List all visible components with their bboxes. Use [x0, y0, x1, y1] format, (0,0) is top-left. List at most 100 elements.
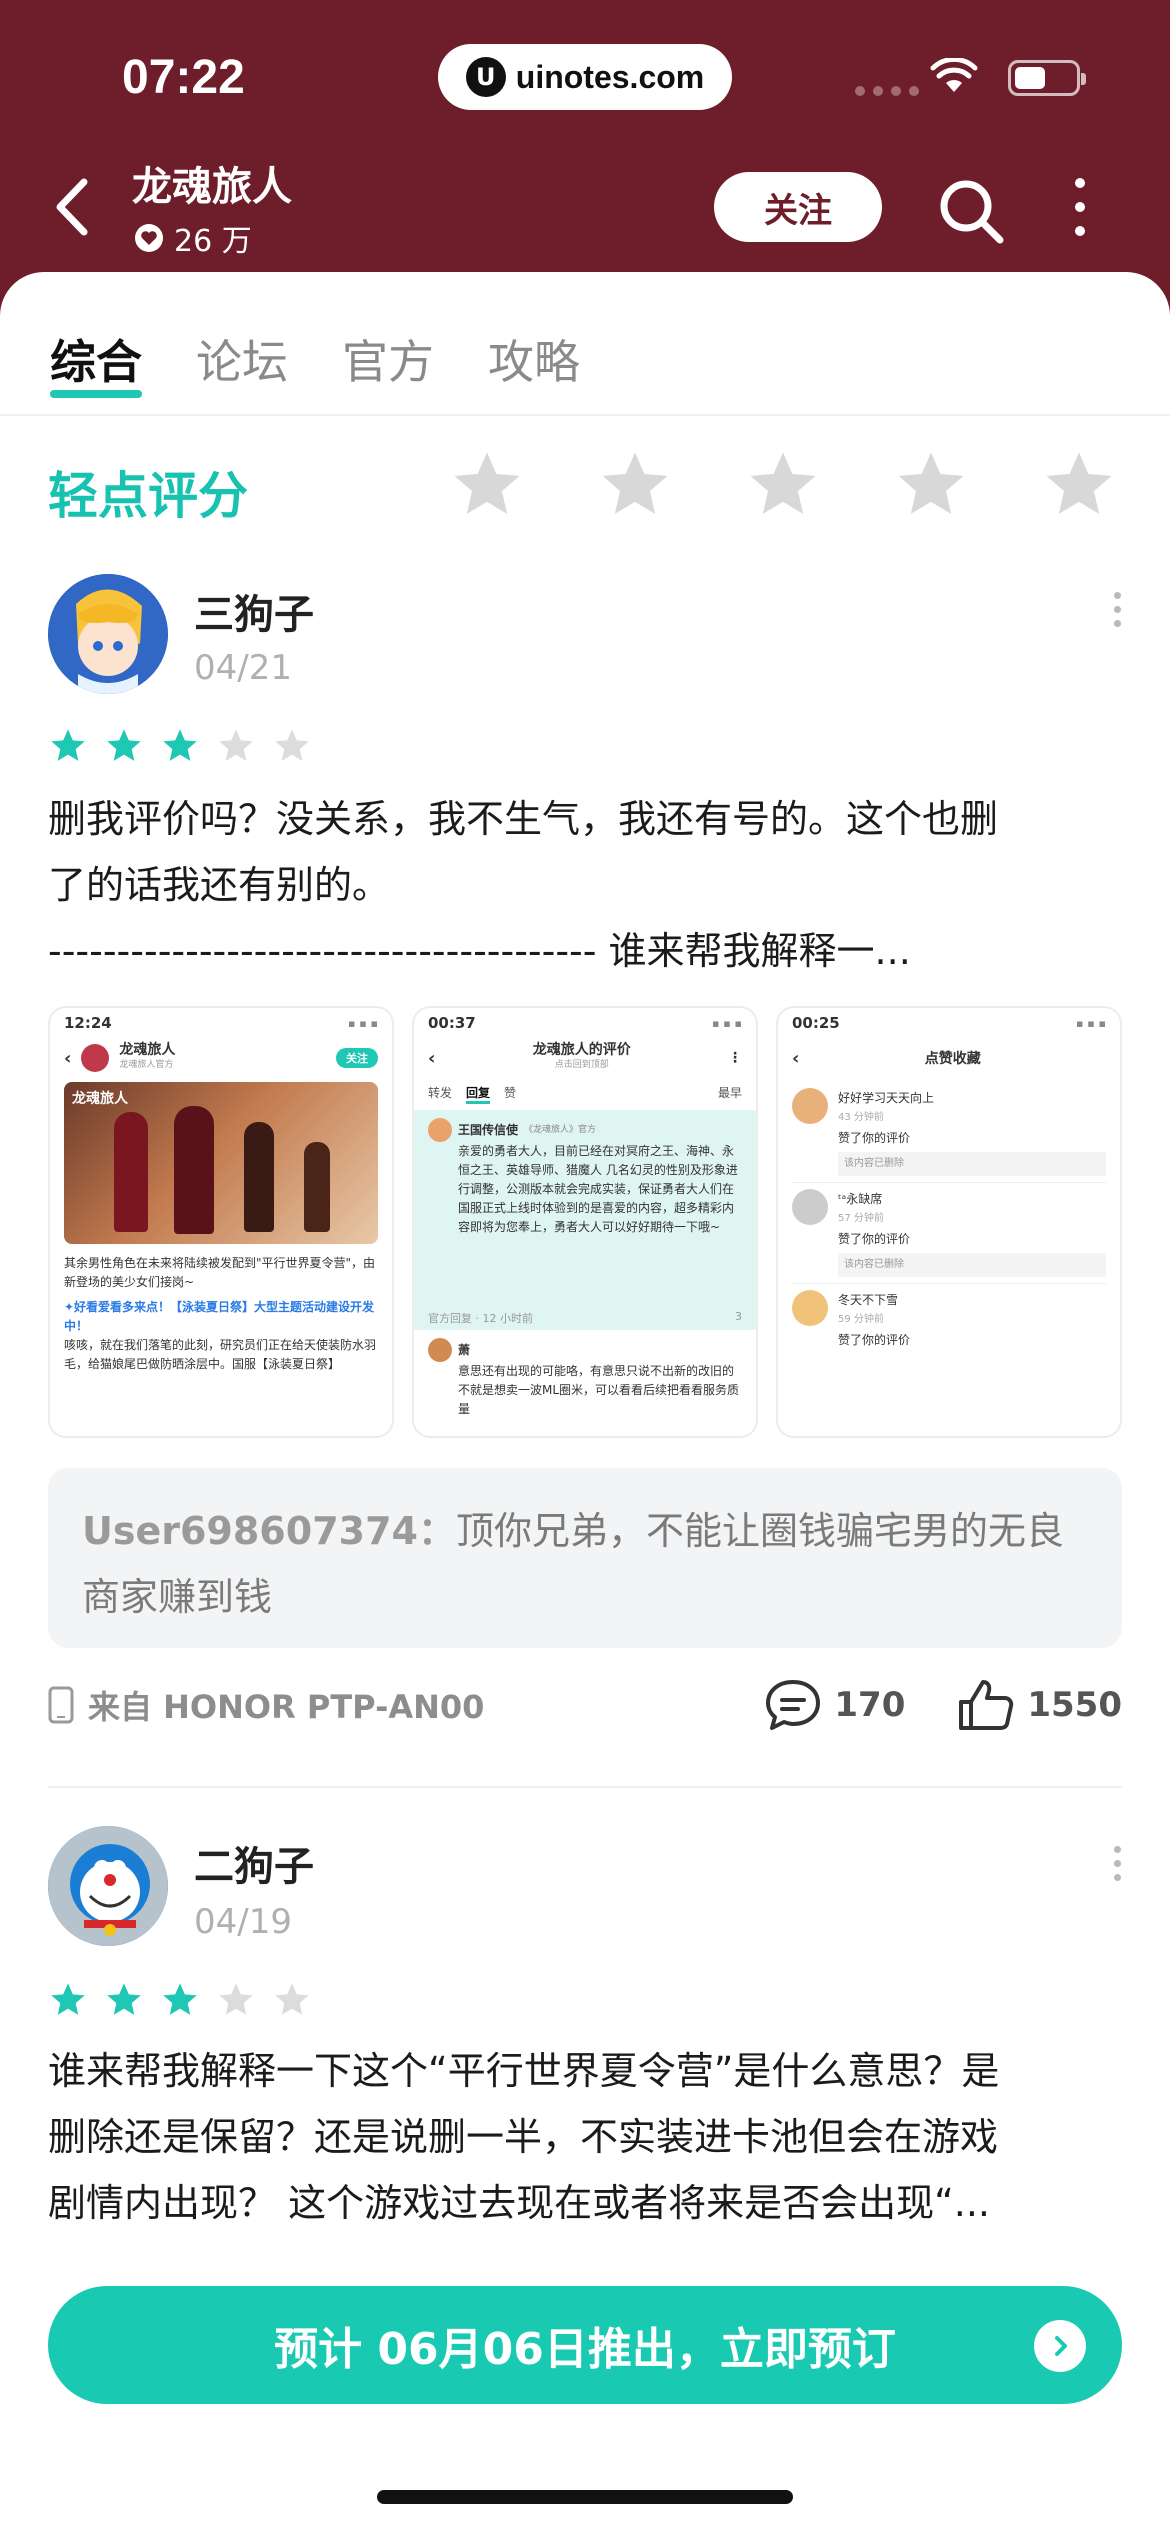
shot-body-text: 亲爱的勇者大人，目前已经在对冥府之王、海神、永恒之王、英雄导师、猎魔人 几名幻灵… — [458, 1144, 738, 1234]
shot-text: 其余男性角色在未来将陆续被发配到"平行世界夏令营"，由新登场的美少女们接岗~ — [64, 1256, 376, 1289]
star-filled-icon — [163, 729, 197, 761]
shot-title: 点赞收藏 — [924, 1051, 981, 1067]
page-title: 龙魂旅人 — [132, 164, 292, 210]
shot-like-action: 赞了你的评价 — [838, 1232, 911, 1246]
review-text[interactable]: 谁来帮我解释一下这个“平行世界夏令营”是什么意思？是 删除还是保留？还是说删一半… — [48, 2038, 1122, 2236]
review-date: 04/21 — [194, 648, 292, 688]
heart-icon — [135, 224, 163, 252]
review-text-line: 删除还是保留？还是说删一半，不实装进卡池但会在游戏 — [48, 2115, 999, 2159]
star-empty-icon — [219, 1983, 253, 2015]
search-icon[interactable] — [936, 176, 1006, 246]
wifi-icon — [930, 58, 978, 92]
rate-star-3-icon[interactable] — [744, 446, 822, 524]
avatar[interactable] — [48, 1826, 168, 1946]
review-text-line: 谁来帮我解释一下这个“平行世界夏令营”是什么意思？是 — [48, 2049, 1000, 2093]
shot-like-action: 赞了你的评价 — [838, 1131, 911, 1145]
tab-guides[interactable]: 攻略 — [488, 326, 580, 392]
review-username[interactable]: 二狗子 — [194, 1834, 314, 1892]
shot-like-name: 冬天不下雪 — [838, 1293, 899, 1307]
star-filled-icon — [51, 729, 85, 761]
shot-status-bar: 12:24 ▪ ▪ ▪ — [64, 1014, 378, 1032]
review-text-line: 剧情内出现？ 这个游戏过去现在或者将来是否会出现“... — [48, 2181, 991, 2225]
tab-bar: 综合 论坛 官方 攻略 — [50, 326, 580, 398]
like-button[interactable]: 1550 — [957, 1678, 1122, 1732]
comment-icon — [766, 1680, 821, 1730]
shot-like-quote: 该内容已删除 — [838, 1253, 1106, 1277]
shot-nav: ‹ 龙魂旅人 龙魂旅人官方 关注 — [50, 1038, 392, 1078]
star-empty-icon — [275, 729, 309, 761]
rate-star-2-icon[interactable] — [596, 446, 674, 524]
thumbs-up-icon — [959, 1680, 1014, 1730]
shot-like-item: ᵗᵃ永缺席 57 分钟前 赞了你的评价 该内容已删除 — [792, 1183, 1106, 1284]
featured-reply[interactable]: User698607374：顶你兄弟，不能让圈钱骗宅男的无良商家赚到钱 — [48, 1468, 1122, 1648]
shot-user: 萧 — [458, 1342, 471, 1357]
preorder-label: 预计 06月06日推出，立即预订 — [274, 2324, 896, 2375]
review-text-line: 了的话我还有别的。 — [48, 863, 391, 907]
shot-like-action: 赞了你的评价 — [838, 1333, 911, 1347]
shot-banner: 龙魂旅人 — [64, 1082, 378, 1244]
review-screenshot[interactable]: 12:24 ▪ ▪ ▪ ‹ 龙魂旅人 龙魂旅人官方 关注 龙魂旅人 其余男性角色在… — [48, 1006, 394, 1438]
rate-label: 轻点评分 — [48, 467, 248, 525]
rate-star-1-icon[interactable] — [448, 446, 526, 524]
review-more-icon[interactable] — [1114, 592, 1122, 632]
star-empty-icon — [219, 729, 253, 761]
shot-like-ago: 57 分钟前 — [838, 1213, 884, 1224]
rate-star-4-icon[interactable] — [892, 446, 970, 524]
url-text: uinotes.com — [515, 58, 705, 95]
preorder-button[interactable]: 预计 06月06日推出，立即预订 — [48, 2286, 1122, 2404]
shot-like-ago: 59 分钟前 — [838, 1314, 884, 1325]
review-footer: 来自 HONOR PTP-AN00 170 1550 — [48, 1680, 1122, 1730]
shot-meta-text: 官方回复 · 12 小时前 — [428, 1312, 533, 1325]
review-more-icon[interactable] — [1114, 1846, 1122, 1886]
shot-time: 00:25 — [792, 1014, 840, 1032]
shot-time: 00:37 — [428, 1014, 476, 1032]
review-username[interactable]: 三狗子 — [194, 582, 314, 640]
shot-tab: 转发 — [428, 1086, 453, 1100]
back-icon[interactable] — [48, 172, 98, 242]
review-screenshot[interactable]: 00:37 ▪ ▪ ▪ ‹ 龙魂旅人的评价 点击回到顶部 ⋮ 转发 回复 赞 最早… — [412, 1006, 758, 1438]
battery-icon — [1008, 60, 1086, 96]
chevron-right-icon — [1034, 2320, 1086, 2372]
review-stars — [48, 1980, 312, 2020]
tab-divider — [0, 414, 1170, 416]
follower-count: 26 万 — [134, 216, 252, 260]
device-text: 来自 HONOR PTP-AN00 — [88, 1688, 485, 1726]
star-empty-icon — [275, 1983, 309, 2015]
site-logo-icon: U — [465, 57, 506, 97]
comment-button[interactable]: 170 — [764, 1678, 905, 1732]
reply-username: User698607374： — [82, 1509, 456, 1553]
tab-official[interactable]: 官方 — [342, 326, 434, 392]
tab-forum[interactable]: 论坛 — [196, 326, 288, 392]
review-text[interactable]: 删我评价吗？没关系，我不生气，我还有号的。这个也删 了的话我还有别的。 ----… — [48, 786, 1122, 984]
shot-status-bar: 00:37 ▪ ▪ ▪ — [428, 1014, 742, 1032]
shot-text: 咳咳，就在我们落笔的此刻，研究员们正在给天使装防水羽毛，给猫娘尾巴做防晒涂层中。… — [64, 1338, 377, 1371]
star-filled-icon — [163, 1983, 197, 2015]
shot-comment-text: 意思还有出现的可能咯，有意思只说不出新的改旧的不就是想卖一波ML圈米，可以看看后… — [458, 1364, 740, 1416]
shot-like-ago: 43 分钟前 — [838, 1112, 884, 1123]
shot-author: 王国传信使 — [458, 1122, 519, 1137]
review-date: 04/19 — [194, 1902, 292, 1942]
shot-nav: ‹ 龙魂旅人的评价 点击回到顶部 ⋮ — [414, 1038, 756, 1078]
review-screenshots: 12:24 ▪ ▪ ▪ ‹ 龙魂旅人 龙魂旅人官方 关注 龙魂旅人 其余男性角色在… — [48, 1006, 1122, 1438]
rate-star-5-icon[interactable] — [1040, 446, 1118, 524]
comment-count: 170 — [834, 1685, 906, 1725]
shot-time: 12:24 — [64, 1014, 112, 1032]
follower-count-text: 26 万 — [174, 224, 252, 259]
shot-like-quote: 该内容已删除 — [838, 1152, 1106, 1176]
tab-overview[interactable]: 综合 — [50, 326, 142, 398]
device-info: 来自 HONOR PTP-AN00 — [48, 1682, 484, 1728]
shot-comment: 萧 意思还有出现的可能咯，有意思只说不出新的改旧的不就是想卖一波ML圈米，可以看… — [414, 1330, 756, 1427]
review-text-line: ----------------------------------------… — [48, 929, 911, 973]
more-options-icon[interactable] — [1070, 178, 1090, 238]
url-pill[interactable]: U uinotes.com — [438, 44, 732, 110]
shot-like-name: ᵗᵃ永缺席 — [838, 1192, 883, 1206]
avatar[interactable] — [48, 574, 168, 694]
shot-like-item: 好好学习天天向上 43 分钟前 赞了你的评价 该内容已删除 — [792, 1082, 1106, 1183]
like-count: 1550 — [1027, 1685, 1122, 1725]
review-screenshot[interactable]: 00:25 ▪ ▪ ▪ ‹ 点赞收藏 好好学习天天向上 43 分钟前 赞了你的评价… — [776, 1006, 1122, 1438]
shot-nav: ‹ 点赞收藏 — [792, 1047, 981, 1069]
signal-icon — [855, 86, 919, 96]
avatar-image — [48, 1826, 168, 1946]
rating-stars — [448, 446, 1118, 524]
follow-button[interactable]: 关注 — [714, 172, 882, 242]
